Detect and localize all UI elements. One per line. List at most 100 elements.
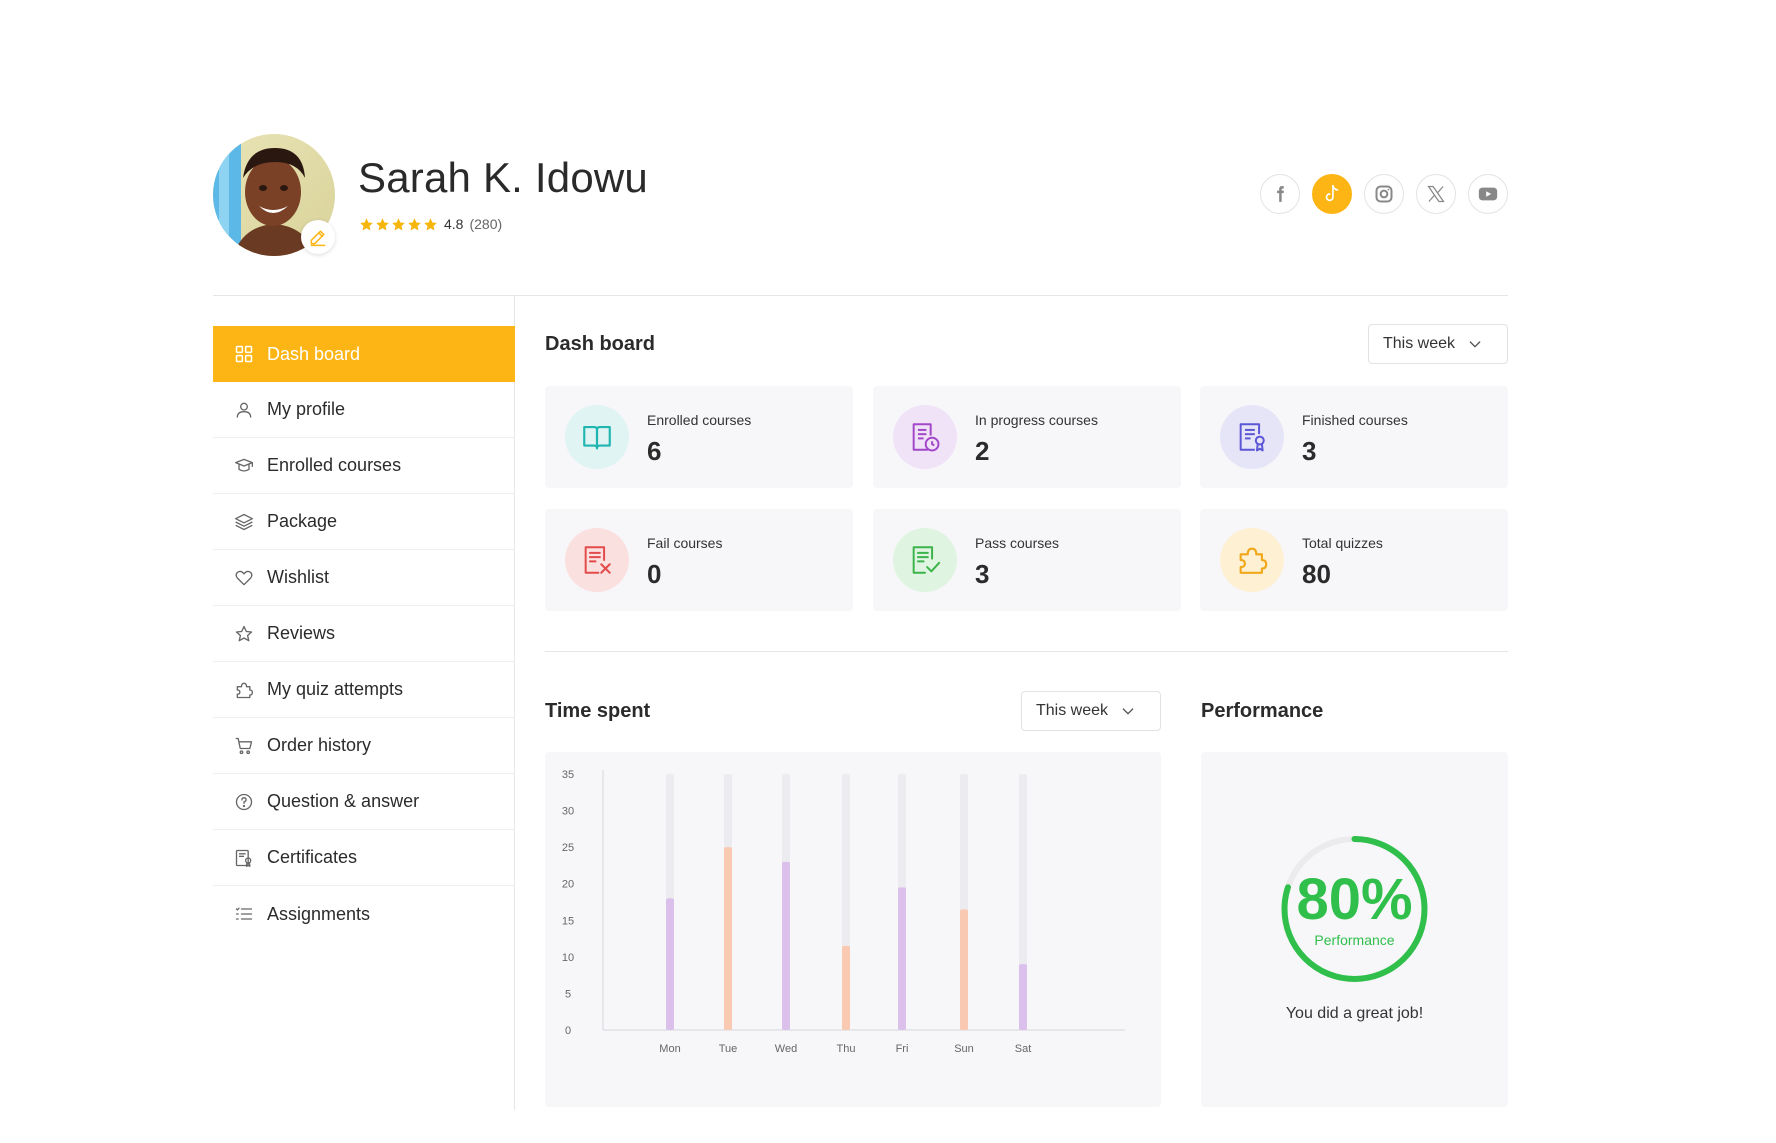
performance-label: Performance (1314, 932, 1395, 948)
instagram-icon (1375, 185, 1393, 203)
time-spent-chart-panel: 0 5 10 15 20 25 30 35 Mon Tue Wed Thu Fri Sun Sat (545, 752, 1161, 1107)
chart-bar (842, 945, 850, 1030)
stat-card-enrolled: Enrolled courses 6 (545, 386, 853, 488)
chart-x-tick-label: Mon (659, 1043, 680, 1055)
stat-value: 80 (1302, 559, 1331, 589)
sidebar-item-my-quiz-attempts[interactable]: My quiz attempts (213, 662, 515, 718)
x-icon (1427, 185, 1445, 203)
stat-label: In progress courses (975, 412, 1098, 428)
chart-y-tick-label: 15 (562, 915, 574, 927)
chart-bar (782, 861, 790, 1030)
sidebar-item-label: Package (267, 511, 338, 531)
dashboard-title: Dash board (545, 333, 656, 355)
time-spent-chart: 0 5 10 15 20 25 30 35 Mon Tue Wed Thu Fri Sun Sat (562, 769, 1125, 1055)
chart-bar (724, 847, 732, 1030)
stat-label: Enrolled courses (647, 412, 752, 428)
rating-star-icon (360, 217, 373, 230)
stat-label: Pass courses (975, 535, 1060, 551)
rating-value: 4.8 (444, 216, 464, 232)
chart-x-tick-label: Sat (1015, 1043, 1032, 1055)
sidebar-nav: Dash board My profile Enrolled courses P… (213, 296, 515, 1110)
chart-bar (666, 898, 674, 1030)
puzzle-icon (233, 679, 255, 701)
rating-star-icon (424, 217, 437, 230)
stat-card-finished: Finished courses 3 (1200, 386, 1508, 488)
chart-y-tick-label: 30 (562, 806, 574, 818)
sidebar-item-label: Certificates (267, 847, 358, 867)
question-icon (233, 791, 255, 813)
user-name: Sarah K. Idowu (358, 154, 648, 201)
stat-label: Finished courses (1302, 412, 1408, 428)
stat-value: 3 (1302, 436, 1317, 466)
sidebar-item-reviews[interactable]: Reviews (213, 606, 515, 662)
sidebar-item-order-history[interactable]: Order history (213, 718, 515, 774)
chart-x-tick-label: Wed (775, 1043, 797, 1055)
profile-header: Sarah K. Idowu 4.8 (280) (213, 134, 1508, 256)
youtube-link[interactable] (1468, 174, 1508, 214)
sidebar-item-dashboard[interactable]: Dash board (213, 326, 515, 382)
sidebar-item-package[interactable]: Package (213, 494, 515, 550)
chart-x-tick-label: Fri (896, 1043, 909, 1055)
open-book-icon (565, 405, 629, 469)
chart-y-tick-label: 5 (565, 988, 571, 1000)
chart-x-tick-label: Tue (719, 1043, 738, 1055)
avatar-wrap (213, 134, 335, 256)
time-spent-period-dropdown[interactable]: This week (1021, 691, 1161, 731)
sidebar-item-label: Order history (267, 735, 372, 755)
facebook-link[interactable] (1260, 174, 1300, 214)
chart-y-tick-label: 25 (562, 842, 574, 854)
rating-stars (359, 217, 438, 232)
rating-star-icon (408, 217, 421, 230)
rating-star-icon (392, 217, 405, 230)
sidebar-item-label: Question & answer (267, 791, 420, 811)
stat-card-pass: Pass courses 3 (873, 509, 1181, 611)
edit-avatar-button[interactable] (301, 220, 335, 254)
social-links (1260, 174, 1508, 214)
document-x-icon (565, 528, 629, 592)
stat-label: Fail courses (647, 535, 723, 551)
sidebar-item-label: My profile (267, 399, 346, 419)
performance-panel: 80% Performance You did a great job! (1201, 752, 1508, 1107)
chart-bar (960, 909, 968, 1030)
document-check-icon (893, 528, 957, 592)
user-icon (233, 399, 255, 421)
chart-x-tick-label: Thu (837, 1043, 856, 1055)
chart-bar (898, 887, 906, 1030)
chevron-down-icon (1469, 341, 1481, 348)
youtube-icon (1478, 187, 1498, 201)
sidebar-item-label: Reviews (267, 623, 336, 643)
instagram-link[interactable] (1364, 174, 1404, 214)
sidebar-item-wishlist[interactable]: Wishlist (213, 550, 515, 606)
tiktok-icon (1325, 184, 1339, 202)
performance-value: 80% (1296, 867, 1413, 932)
pencil-icon (310, 230, 326, 247)
sidebar-item-label: My quiz attempts (267, 679, 404, 699)
sidebar-item-label: Enrolled courses (267, 455, 402, 475)
x-link[interactable] (1416, 174, 1456, 214)
rating-star-icon (376, 217, 389, 230)
performance-message: You did a great job! (1285, 1005, 1424, 1022)
performance-title: Performance (1201, 700, 1324, 722)
stat-value: 3 (975, 559, 990, 589)
rating-row: 4.8 (280) (359, 216, 502, 232)
sidebar-item-enrolled-courses[interactable]: Enrolled courses (213, 438, 515, 494)
dropdown-value: This week (1383, 335, 1456, 352)
cart-icon (233, 735, 255, 757)
sidebar-item-certificates[interactable]: Certificates (213, 830, 515, 886)
layers-icon (233, 511, 255, 533)
stat-label: Total quizzes (1302, 535, 1383, 551)
certificate-icon (233, 847, 255, 869)
sidebar-item-my-profile[interactable]: My profile (213, 382, 515, 438)
facebook-icon (1277, 186, 1284, 202)
dashboard-period-dropdown[interactable]: This week (1368, 324, 1508, 364)
sidebar-item-label: Wishlist (267, 567, 329, 587)
stat-card-fail: Fail courses 0 (545, 509, 853, 611)
tiktok-link[interactable] (1312, 174, 1352, 214)
chevron-down-icon (1122, 708, 1134, 715)
stat-card-in-progress: In progress courses 2 (873, 386, 1181, 488)
sidebar-item-assignments[interactable]: Assignments (213, 886, 515, 942)
stat-value: 6 (647, 436, 662, 466)
chart-bar (1019, 964, 1027, 1030)
sidebar-item-question-answer[interactable]: Question & answer (213, 774, 515, 830)
document-clock-icon (893, 405, 957, 469)
